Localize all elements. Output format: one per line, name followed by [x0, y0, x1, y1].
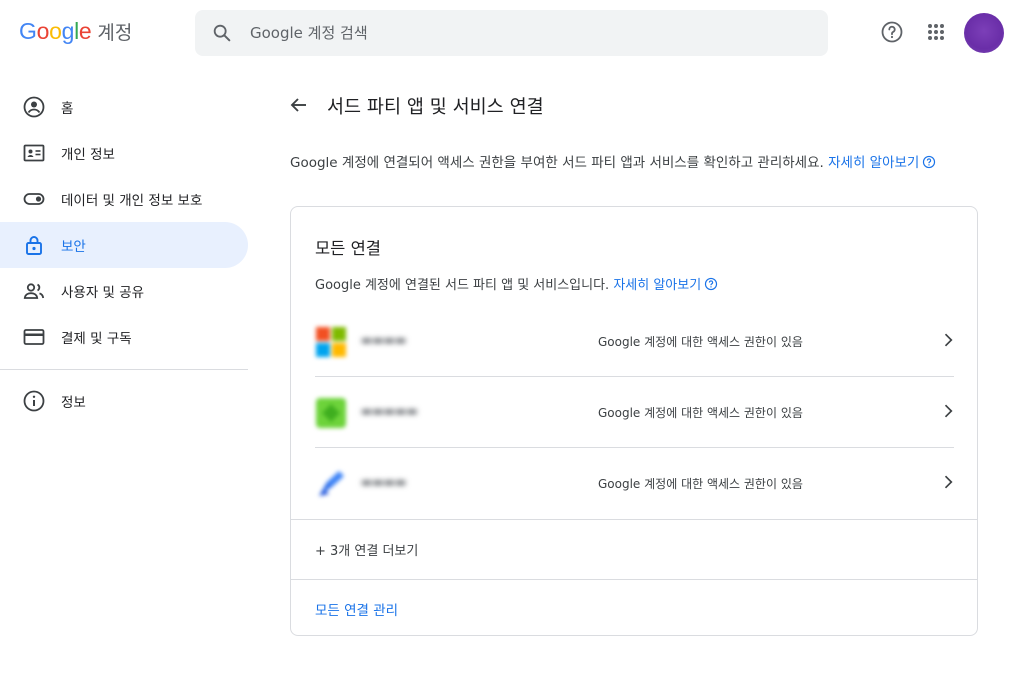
app-logo-icon — [316, 398, 346, 428]
sidebar-item-label: 홈 — [61, 101, 74, 117]
sidebar-item-payments[interactable]: 결제 및 구독 — [0, 314, 248, 360]
search-bar[interactable] — [195, 10, 828, 56]
credit-card-icon — [23, 329, 45, 345]
search-input[interactable] — [250, 24, 810, 42]
sidebar-divider — [0, 369, 248, 370]
google-logo-word: Google — [19, 18, 92, 44]
help-circle-icon[interactable] — [922, 155, 936, 169]
app-logo-icon — [319, 471, 344, 496]
sidebar-item-data-privacy[interactable]: 데이터 및 개인 정보 보호 — [0, 176, 248, 222]
access-status: Google 계정에 대한 액세스 권한이 있음 — [598, 335, 803, 349]
google-account-logo[interactable]: Google 계정 — [19, 18, 132, 48]
card-divider — [291, 519, 977, 520]
access-status: Google 계정에 대한 액세스 권한이 있음 — [598, 477, 803, 491]
manage-all-connections-link[interactable]: 모든 연결 관리 — [315, 599, 398, 619]
sidebar-item-label: 정보 — [61, 395, 86, 411]
card-subtitle-text: Google 계정에 연결된 서드 파티 앱 및 서비스입니다. — [315, 278, 610, 293]
sidebar-nav: 홈 개인 정보 데이터 및 개인 정보 보호 보안 사용자 및 공유 결제 및 … — [0, 84, 248, 424]
sidebar-item-label: 데이터 및 개인 정보 보호 — [61, 193, 203, 209]
sidebar-item-home[interactable]: 홈 — [0, 84, 248, 130]
show-more-button[interactable]: + 3개 연결 더보기 — [315, 540, 418, 559]
sidebar-item-label: 사용자 및 공유 — [61, 285, 145, 301]
app-name-blurred: ▬▬▬▬ — [361, 333, 407, 347]
apps-grid-icon[interactable] — [924, 20, 948, 44]
chevron-right-icon[interactable] — [938, 330, 958, 350]
chevron-right-icon[interactable] — [938, 472, 958, 492]
connection-row[interactable]: ▬▬▬▬▬ Google 계정에 대한 액세스 권한이 있음 — [315, 377, 954, 448]
card-title: 모든 연결 — [315, 239, 381, 258]
sidebar-item-label: 개인 정보 — [61, 147, 115, 163]
sidebar-item-people-sharing[interactable]: 사용자 및 공유 — [0, 268, 248, 314]
product-name: 계정 — [97, 22, 133, 44]
learn-more-link[interactable]: 자세히 알아보기 — [828, 155, 919, 171]
card-divider — [291, 579, 977, 580]
info-icon — [23, 390, 45, 412]
sidebar-item-about[interactable]: 정보 — [0, 378, 248, 424]
back-arrow-icon[interactable] — [287, 93, 311, 117]
connection-row[interactable]: ▬▬▬▬ Google 계정에 대한 액세스 권한이 있음 — [315, 448, 954, 519]
help-circle-icon[interactable] — [704, 277, 718, 291]
app-name-blurred: ▬▬▬▬ — [361, 475, 407, 489]
card-subtitle: Google 계정에 연결된 서드 파티 앱 및 서비스입니다. 자세히 알아보… — [315, 274, 718, 293]
search-icon — [213, 24, 231, 42]
top-app-bar: Google 계정 — [0, 0, 1024, 66]
people-icon — [23, 283, 45, 299]
access-status: Google 계정에 대한 액세스 권한이 있음 — [598, 406, 803, 420]
sidebar-item-security[interactable]: 보안 — [0, 222, 248, 268]
chevron-right-icon[interactable] — [938, 401, 958, 421]
help-icon[interactable] — [880, 20, 904, 44]
page-description: Google 계정에 연결되어 액세스 권한을 부여한 서드 파티 앱과 서비스… — [290, 151, 936, 171]
id-card-icon — [23, 144, 45, 162]
app-name-blurred: ▬▬▬▬▬ — [361, 404, 418, 418]
toggle-icon — [23, 193, 45, 205]
page-title: 서드 파티 앱 및 서비스 연결 — [327, 97, 544, 118]
app-logo-icon — [316, 327, 346, 357]
card-learn-more-link[interactable]: 자세히 알아보기 — [613, 278, 701, 293]
sidebar-item-personal-info[interactable]: 개인 정보 — [0, 130, 248, 176]
sidebar-item-label: 결제 및 구독 — [61, 331, 132, 347]
avatar[interactable] — [964, 13, 1004, 53]
account-circle-icon — [23, 96, 45, 118]
connections-card: 모든 연결 Google 계정에 연결된 서드 파티 앱 및 서비스입니다. 자… — [290, 206, 978, 636]
lock-icon — [26, 236, 42, 255]
connection-row[interactable]: ▬▬▬▬ Google 계정에 대한 액세스 권한이 있음 — [315, 306, 954, 377]
page-description-text: Google 계정에 연결되어 액세스 권한을 부여한 서드 파티 앱과 서비스… — [290, 155, 824, 171]
sidebar-item-label: 보안 — [61, 239, 86, 255]
